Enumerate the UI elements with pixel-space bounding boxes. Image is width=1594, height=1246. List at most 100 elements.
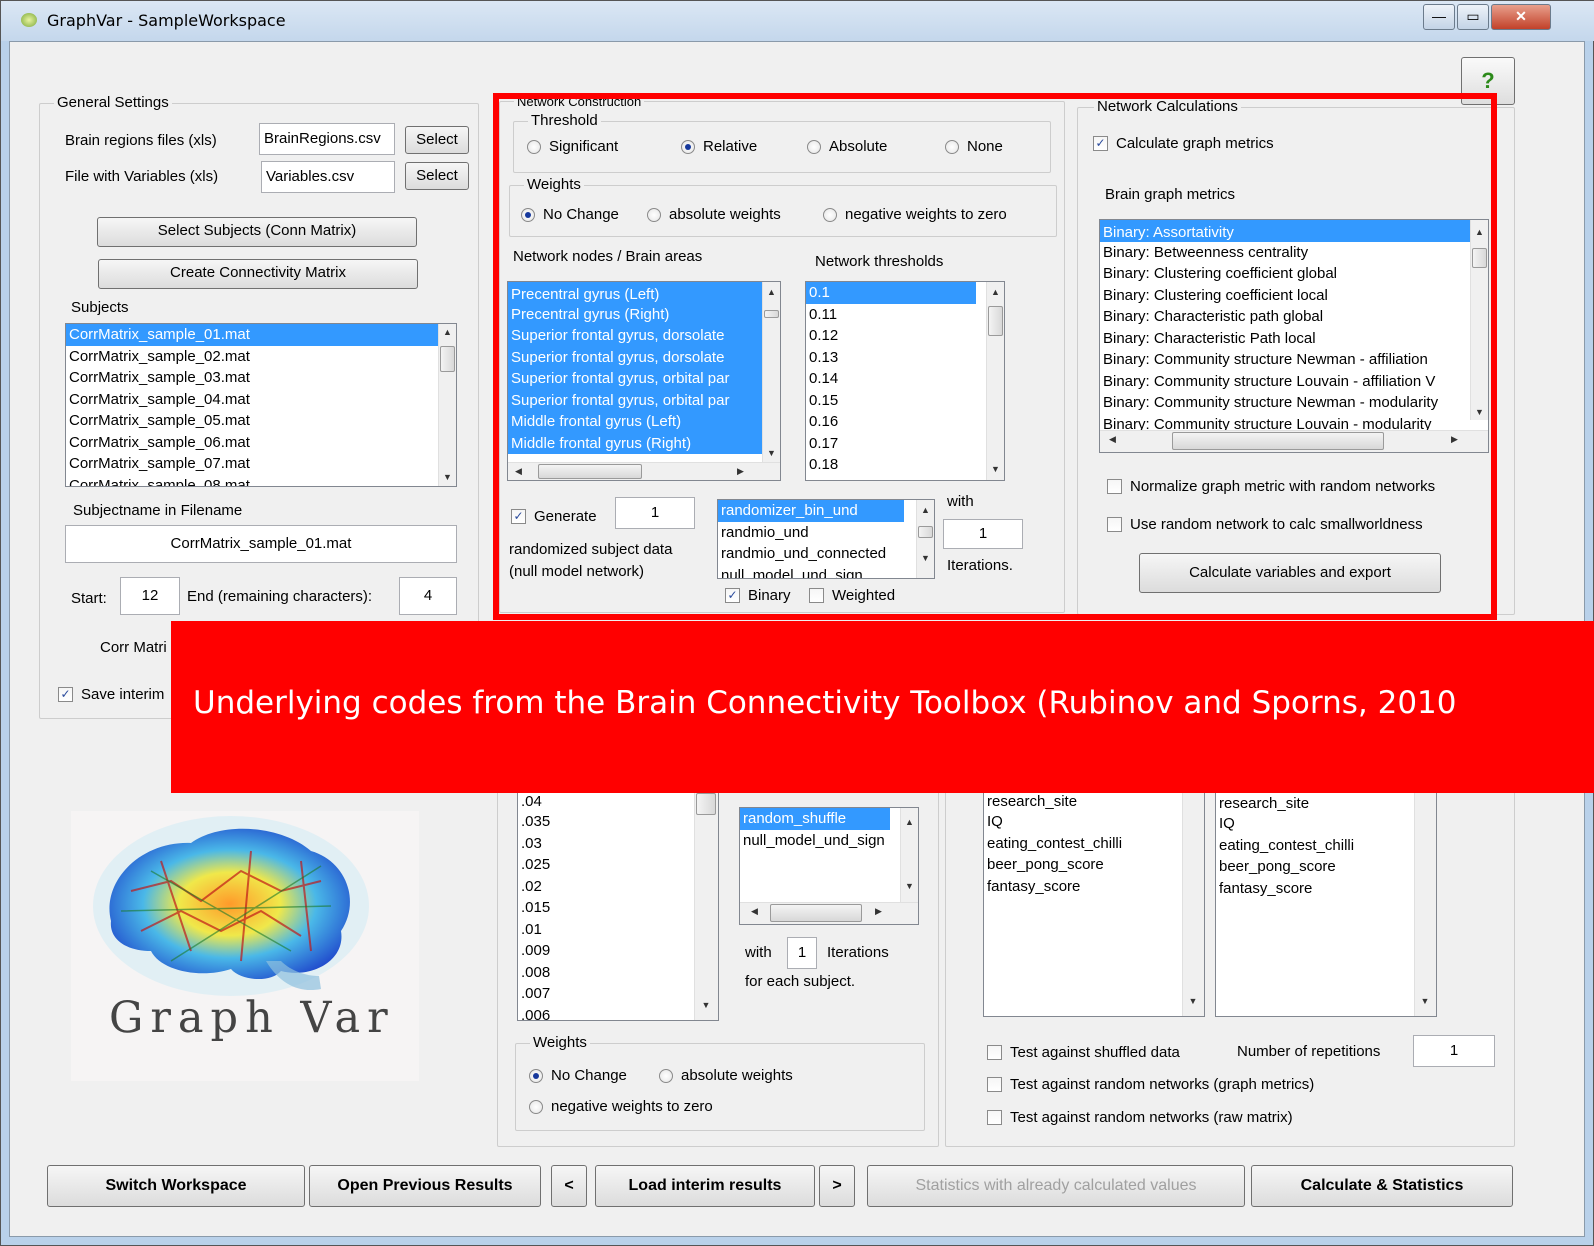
vertical-scrollbar[interactable]: ▲ ▼ [1470, 220, 1488, 420]
checkbox-checked-icon[interactable]: ✓ [1093, 136, 1108, 151]
checkbox-icon[interactable] [987, 1110, 1002, 1125]
list-item[interactable]: Superior frontal gyrus, dorsolate [508, 346, 780, 368]
test-random-graph-checkbox[interactable]: Test against random networks (graph metr… [987, 1076, 1314, 1093]
scroll-left-icon[interactable]: ◀ [746, 903, 763, 920]
radio-selected-icon[interactable] [681, 139, 695, 154]
start-field[interactable]: 12 [120, 577, 180, 615]
checkbox-checked-icon[interactable]: ✓ [58, 687, 73, 702]
list-item[interactable]: .008 [518, 962, 718, 984]
list-item[interactable]: random_shuffle [740, 808, 890, 830]
list-item[interactable]: beer_pong_score [1216, 856, 1436, 878]
list-item[interactable]: Binary: Community structure Newman - aff… [1100, 349, 1488, 371]
weighted-checkbox[interactable]: Weighted [809, 587, 895, 604]
horizontal-scrollbar[interactable]: ◀ ▶ [740, 902, 918, 924]
scroll-thumb[interactable] [918, 526, 933, 538]
list-item[interactable]: 0.14 [806, 368, 1004, 390]
scroll-down-icon[interactable]: ▼ [1415, 993, 1435, 1010]
list-item[interactable]: .01 [518, 919, 718, 941]
calculate-export-button[interactable]: Calculate variables and export [1139, 553, 1441, 593]
variables-list-b[interactable]: research_site IQ eating_contest_chilli b… [1215, 781, 1437, 1017]
scroll-down-icon[interactable]: ▼ [439, 469, 456, 486]
statistics-calculated-values-button[interactable]: Statistics with already calculated value… [867, 1165, 1245, 1207]
list-item[interactable]: null_model_und_sign [718, 565, 934, 579]
vertical-scrollbar[interactable]: ▲ ▼ [438, 324, 456, 486]
scroll-right-icon[interactable]: ▶ [732, 463, 749, 480]
close-button[interactable]: ✕ [1491, 4, 1551, 30]
list-item[interactable]: Precentral gyrus (Right) [508, 303, 780, 325]
minimize-button[interactable]: — [1423, 4, 1455, 30]
save-interim-checkbox[interactable]: ✓ Save interim [58, 686, 164, 703]
list-item[interactable]: 0.1 [806, 282, 976, 304]
weights-absolute-radio[interactable]: absolute weights [647, 206, 781, 223]
thresholds-list[interactable]: 0.1 0.11 0.12 0.13 0.14 0.15 0.16 0.17 0… [805, 281, 1005, 481]
list-item[interactable]: .025 [518, 854, 718, 876]
radio-icon[interactable] [529, 1099, 543, 1114]
vertical-scrollbar[interactable]: ▼ [1182, 781, 1204, 1016]
scroll-up-icon[interactable]: ▲ [1471, 224, 1488, 241]
iterations-field[interactable]: 1 [943, 519, 1023, 549]
list-item[interactable]: Precentral gyrus (Left) [508, 282, 780, 304]
list-item[interactable]: Binary: Clustering coefficient local [1100, 285, 1488, 307]
threshold-absolute-radio[interactable]: Absolute [807, 138, 887, 155]
pvalue-list[interactable]: .04 .035 .03 .025 .02 .015 .01 .009 .008… [517, 781, 719, 1021]
help-button[interactable]: ? [1461, 57, 1515, 105]
weights-nochange-radio[interactable]: No Change [521, 206, 619, 223]
list-item[interactable]: beer_pong_score [984, 854, 1204, 876]
scroll-down-icon[interactable]: ▼ [695, 997, 717, 1014]
checkbox-icon[interactable] [809, 588, 824, 603]
list-item[interactable]: Binary: Community structure Louvain - af… [1100, 371, 1488, 393]
list-item[interactable]: Binary: Community structure Newman - mod… [1100, 392, 1488, 414]
list-item[interactable]: CorrMatrix_sample_04.mat [66, 389, 456, 411]
scroll-thumb[interactable] [1172, 432, 1384, 450]
list-item[interactable]: .009 [518, 940, 718, 962]
scroll-right-icon[interactable]: ▶ [870, 903, 887, 920]
list-item[interactable]: CorrMatrix_sample_03.mat [66, 367, 456, 389]
scroll-up-icon[interactable]: ▲ [439, 324, 456, 341]
vertical-scrollbar[interactable]: ▲ ▼ [986, 282, 1004, 480]
list-item[interactable]: CorrMatrix_sample_05.mat [66, 410, 456, 432]
list-item[interactable]: .015 [518, 897, 718, 919]
list-item[interactable]: Binary: Characteristic Path local [1100, 328, 1488, 350]
checkbox-icon[interactable] [987, 1045, 1002, 1060]
list-item[interactable]: 0.11 [806, 304, 1004, 326]
list-item[interactable]: null_model_und_sign [740, 830, 918, 852]
checkbox-icon[interactable] [1107, 479, 1122, 494]
lower-nochange-radio[interactable]: No Change [529, 1067, 627, 1084]
scroll-up-icon[interactable]: ▲ [901, 814, 918, 831]
scroll-up-icon[interactable]: ▲ [987, 284, 1004, 301]
radio-icon[interactable] [647, 207, 661, 222]
list-item[interactable]: CorrMatrix_sample_01.mat [66, 324, 456, 346]
list-item[interactable]: randmio_und [718, 522, 934, 544]
list-item[interactable]: CorrMatrix_sample_08.mat [66, 475, 456, 487]
shuffle-iterations-field[interactable]: 1 [787, 937, 817, 969]
horizontal-scrollbar[interactable]: ◀ ▶ [508, 462, 780, 480]
list-item[interactable]: IQ [984, 811, 1204, 833]
list-item[interactable]: eating_contest_chilli [1216, 835, 1436, 857]
vertical-scrollbar[interactable]: ▼ [694, 781, 718, 1020]
list-item[interactable]: Superior frontal gyrus, orbital par [508, 368, 780, 390]
previous-button[interactable]: < [551, 1165, 587, 1207]
scroll-thumb[interactable] [440, 346, 455, 372]
list-item[interactable]: .02 [518, 876, 718, 898]
list-item[interactable]: Binary: Betweenness centrality [1100, 242, 1488, 264]
scroll-thumb[interactable] [770, 904, 862, 922]
list-item[interactable]: CorrMatrix_sample_06.mat [66, 432, 456, 454]
list-item[interactable]: IQ [1216, 813, 1436, 835]
calc-metrics-checkbox[interactable]: ✓ Calculate graph metrics [1093, 135, 1274, 152]
scroll-down-icon[interactable]: ▼ [763, 445, 780, 462]
repetitions-field[interactable]: 1 [1413, 1035, 1495, 1067]
threshold-relative-radio[interactable]: Relative [681, 138, 757, 155]
checkbox-checked-icon[interactable]: ✓ [511, 509, 526, 524]
list-item[interactable]: Middle frontal gyrus (Left) [508, 411, 780, 433]
list-item[interactable]: Superior frontal gyrus, dorsolate [508, 325, 780, 347]
list-item[interactable]: fantasy_score [984, 876, 1204, 898]
list-item[interactable]: CorrMatrix_sample_02.mat [66, 346, 456, 368]
checkbox-icon[interactable] [987, 1077, 1002, 1092]
radio-selected-icon[interactable] [521, 207, 535, 222]
scroll-thumb[interactable] [1472, 248, 1487, 268]
list-item[interactable]: 0.18 [806, 454, 1004, 476]
open-previous-results-button[interactable]: Open Previous Results [309, 1165, 541, 1207]
scroll-up-icon[interactable]: ▲ [917, 502, 934, 519]
create-connectivity-matrix-button[interactable]: Create Connectivity Matrix [98, 259, 418, 289]
weights-negative-radio[interactable]: negative weights to zero [823, 206, 1007, 223]
